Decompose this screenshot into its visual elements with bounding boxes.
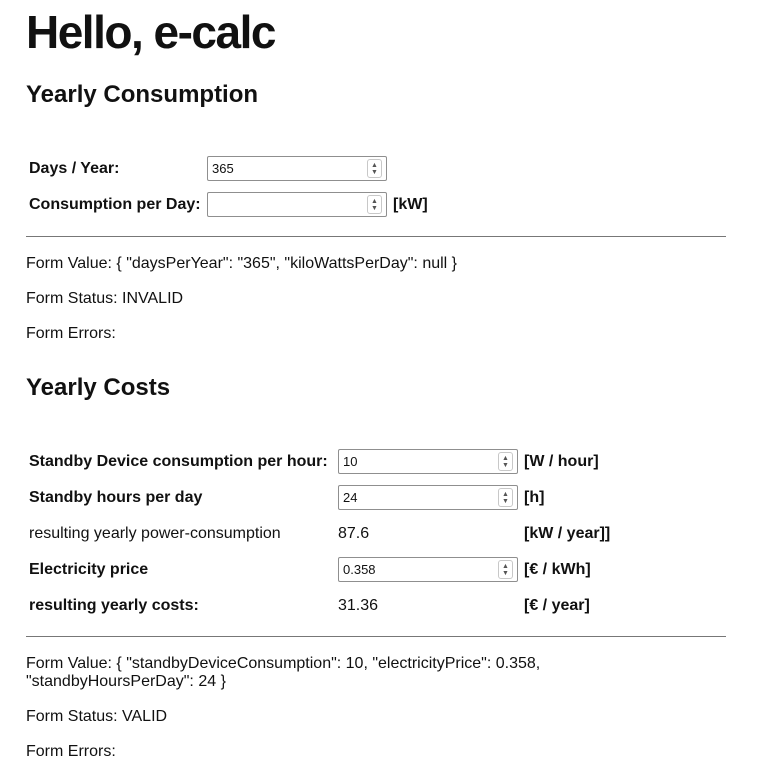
electricity-price-label: Electricity price <box>29 560 149 578</box>
consumption-form: Days / Year: 365 ▲ ▼ Consumption per Day:… <box>26 149 431 224</box>
divider <box>26 236 726 237</box>
standby-hours-spinner-icon[interactable]: ▲ ▼ <box>498 488 513 507</box>
days-per-year-spinner-icon[interactable]: ▲ ▼ <box>367 159 382 178</box>
standby-consumption-unit: [W / hour] <box>524 452 599 470</box>
consumption-per-day-spinner-icon[interactable]: ▲ ▼ <box>367 195 382 214</box>
consumption-form-status: Form Status: INVALID <box>26 290 184 307</box>
yearly-costs-label: resulting yearly costs: <box>29 596 199 614</box>
electricity-price-input[interactable]: 0.358 ▲ ▼ <box>338 557 518 582</box>
electricity-price-value: 0.358 <box>343 562 376 577</box>
costs-form-errors: Form Errors: <box>26 743 116 760</box>
page: Hello, e-calc Yearly Consumption Days / … <box>0 4 776 761</box>
costs-form: Standby Device consumption per hour: 10 … <box>26 442 613 625</box>
consumption-per-day-input[interactable]: ▲ ▼ <box>207 192 387 217</box>
standby-hours-row: Standby hours per day 24 ▲ ▼ [h] <box>29 481 610 514</box>
page-title: Hello, e-calc <box>26 6 276 58</box>
standby-hours-value: 24 <box>343 490 358 505</box>
yearly-costs-value: 31.36 <box>338 596 379 614</box>
electricity-price-spinner-icon[interactable]: ▲ ▼ <box>498 560 513 579</box>
costs-form-value-line2: "standbyHoursPerDay": 24 } <box>26 673 226 690</box>
consumption-per-day-label: Consumption per Day: <box>29 195 201 213</box>
yearly-power-unit: [kW / year]] <box>524 524 611 542</box>
standby-hours-input[interactable]: 24 ▲ ▼ <box>338 485 518 510</box>
days-per-year-input[interactable]: 365 ▲ ▼ <box>207 156 387 181</box>
yearly-consumption-heading: Yearly Consumption <box>26 81 259 108</box>
consumption-per-day-row: Consumption per Day: ▲ ▼ [kW] <box>29 188 428 221</box>
standby-hours-unit: [h] <box>524 488 545 506</box>
yearly-costs-unit: [€ / year] <box>524 596 590 614</box>
electricity-price-row: Electricity price 0.358 ▲ ▼ [€ / kWh] <box>29 553 610 586</box>
standby-consumption-label: Standby Device consumption per hour: <box>29 452 328 470</box>
yearly-power-label: resulting yearly power-consumption <box>29 524 281 542</box>
costs-form-value-line1: Form Value: { "standbyDeviceConsumption"… <box>26 655 541 672</box>
consumption-per-day-unit: [kW] <box>393 195 428 213</box>
costs-form-value: Form Value: { "standbyDeviceConsumption"… <box>26 655 750 691</box>
standby-hours-label: Standby hours per day <box>29 488 203 506</box>
yearly-power-row: resulting yearly power-consumption 87.6 … <box>29 517 610 550</box>
days-per-year-unit <box>390 152 428 185</box>
days-per-year-value: 365 <box>212 161 234 176</box>
electricity-price-unit: [€ / kWh] <box>524 560 591 578</box>
days-per-year-label: Days / Year: <box>29 159 120 177</box>
consumption-form-value: Form Value: { "daysPerYear": "365", "kil… <box>26 255 458 272</box>
costs-form-status: Form Status: VALID <box>26 708 168 725</box>
divider <box>26 636 726 637</box>
yearly-costs-row: resulting yearly costs: 31.36 [€ / year] <box>29 589 610 622</box>
standby-consumption-row: Standby Device consumption per hour: 10 … <box>29 445 610 478</box>
standby-consumption-input[interactable]: 10 ▲ ▼ <box>338 449 518 474</box>
consumption-form-errors: Form Errors: <box>26 325 116 342</box>
yearly-power-value: 87.6 <box>338 524 370 542</box>
yearly-costs-heading: Yearly Costs <box>26 374 171 401</box>
standby-consumption-spinner-icon[interactable]: ▲ ▼ <box>498 452 513 471</box>
standby-consumption-value: 10 <box>343 454 358 469</box>
days-per-year-row: Days / Year: 365 ▲ ▼ <box>29 152 428 185</box>
